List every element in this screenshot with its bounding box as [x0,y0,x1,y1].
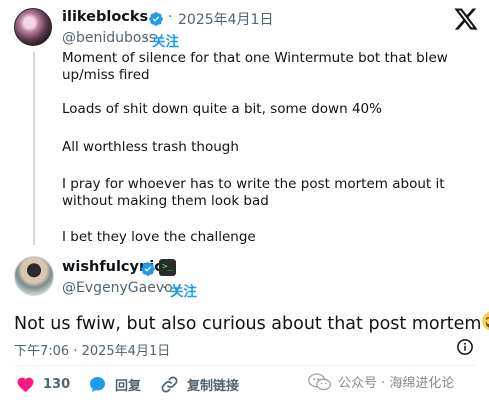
reply-bubble-icon [89,376,106,392]
quoted-paragraph: Moment of silence for that one Wintermut… [62,50,448,83]
tweet-timestamp[interactable]: 下午7:06 · 2025年4月1日 [14,340,170,359]
quoted-paragraph: All worthless trash though [62,139,239,155]
ilikeblocks-avatar[interactable] [14,8,52,46]
tweet-card: ilikeblocks · 2025年4月1日 @beniduboss · 关注… [0,0,489,400]
quoted-tweet-date[interactable]: 2025年4月1日 [178,9,273,29]
reply-label: 回复 [115,378,142,394]
quoted-paragraph: I bet they love the challenge [62,229,256,245]
verified-badge-icon [148,10,164,29]
separator-dot: · [144,30,149,46]
x-logo-icon[interactable] [453,6,479,32]
follow-wishfulcynic-button[interactable]: 关注 [170,280,197,300]
wechat-logo-icon [308,372,332,390]
main-tweet-body: Not us fwiw, but also curious about that… [14,314,482,334]
action-divider [14,365,476,366]
follow-ilikeblocks-button[interactable]: 关注 [152,30,179,50]
wishfulcynic-avatar[interactable] [14,256,54,296]
main-tweet-text: Not us fwiw, but also curious about that… [14,310,489,335]
info-icon[interactable] [456,338,474,356]
wechat-watermark: 公众号 · 海绵进化论 [308,372,454,391]
heart-icon [17,377,34,392]
sweat-smile-emoji-icon [482,311,489,331]
copy-link-button[interactable]: 复制链接 [160,374,239,394]
watermark-text: 公众号 · 海绵进化论 [338,376,455,391]
verified-badge-icon [140,260,156,279]
separator-dot: · [168,9,173,25]
like-count: 130 [43,376,71,392]
separator-dot: · [162,280,167,296]
like-button[interactable]: 130 [16,374,70,394]
thread-connector-line [33,52,35,245]
terminal-emoji-icon: >_ [159,259,176,276]
copy-link-label: 复制链接 [187,378,240,394]
quoted-paragraph: Loads of shit down quite a bit, some dow… [62,101,382,117]
quoted-author-handle[interactable]: @beniduboss [62,30,156,46]
quoted-author-name[interactable]: ilikeblocks [62,9,148,25]
quoted-paragraph: I pray for whoever has to write the post… [62,176,445,209]
reply-button[interactable]: 回复 [88,374,141,394]
link-icon [161,376,178,392]
